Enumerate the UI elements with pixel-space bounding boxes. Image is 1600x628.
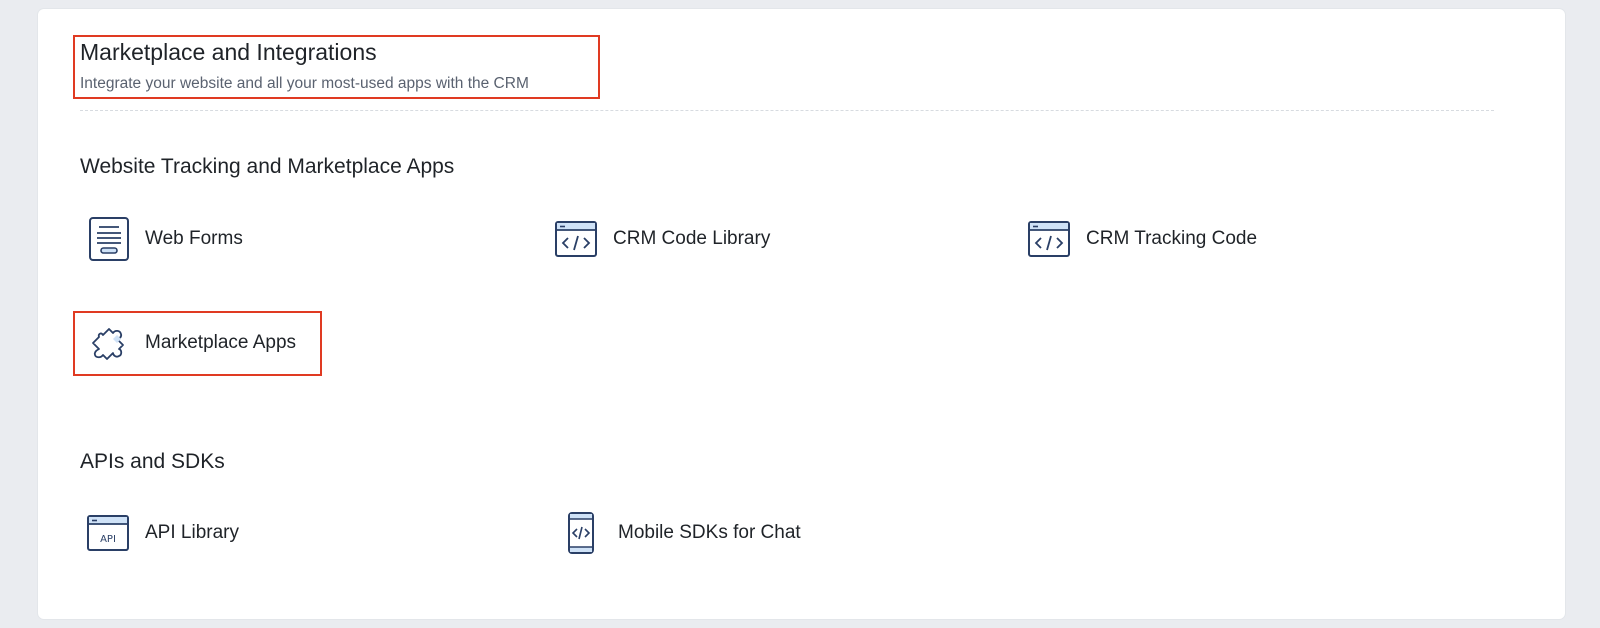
integrations-card — [38, 9, 1565, 619]
web-forms-link[interactable]: Web Forms — [85, 216, 243, 262]
page-subtitle: Integrate your website and all your most… — [80, 75, 529, 92]
header-divider — [80, 110, 1494, 111]
crm-tracking-code-label: CRM Tracking Code — [1086, 228, 1258, 249]
crm-tracking-code-link[interactable]: CRM Tracking Code — [1026, 216, 1257, 262]
api-window-icon: API — [85, 510, 131, 556]
api-library-link[interactable]: API API Library — [85, 510, 239, 556]
marketplace-apps-link[interactable]: Marketplace Apps — [85, 320, 296, 366]
code-window-icon — [1026, 216, 1072, 262]
page-title: Marketplace and Integrations — [80, 39, 377, 65]
section-title-website-tracking: Website Tracking and Marketplace Apps — [80, 155, 455, 178]
svg-text:API: API — [100, 534, 116, 545]
form-icon — [85, 216, 131, 262]
mobile-sdks-link[interactable]: Mobile SDKs for Chat — [558, 510, 801, 556]
code-window-icon — [553, 216, 599, 262]
mobile-code-icon — [558, 510, 604, 556]
crm-code-library-label: CRM Code Library — [613, 228, 771, 249]
api-library-label: API Library — [145, 522, 239, 543]
mobile-sdks-label: Mobile SDKs for Chat — [618, 522, 801, 543]
web-forms-label: Web Forms — [145, 228, 243, 249]
section-title-apis-sdks: APIs and SDKs — [80, 450, 225, 473]
marketplace-apps-label: Marketplace Apps — [145, 332, 297, 353]
puzzle-icon — [85, 320, 131, 366]
crm-code-library-link[interactable]: CRM Code Library — [553, 216, 770, 262]
